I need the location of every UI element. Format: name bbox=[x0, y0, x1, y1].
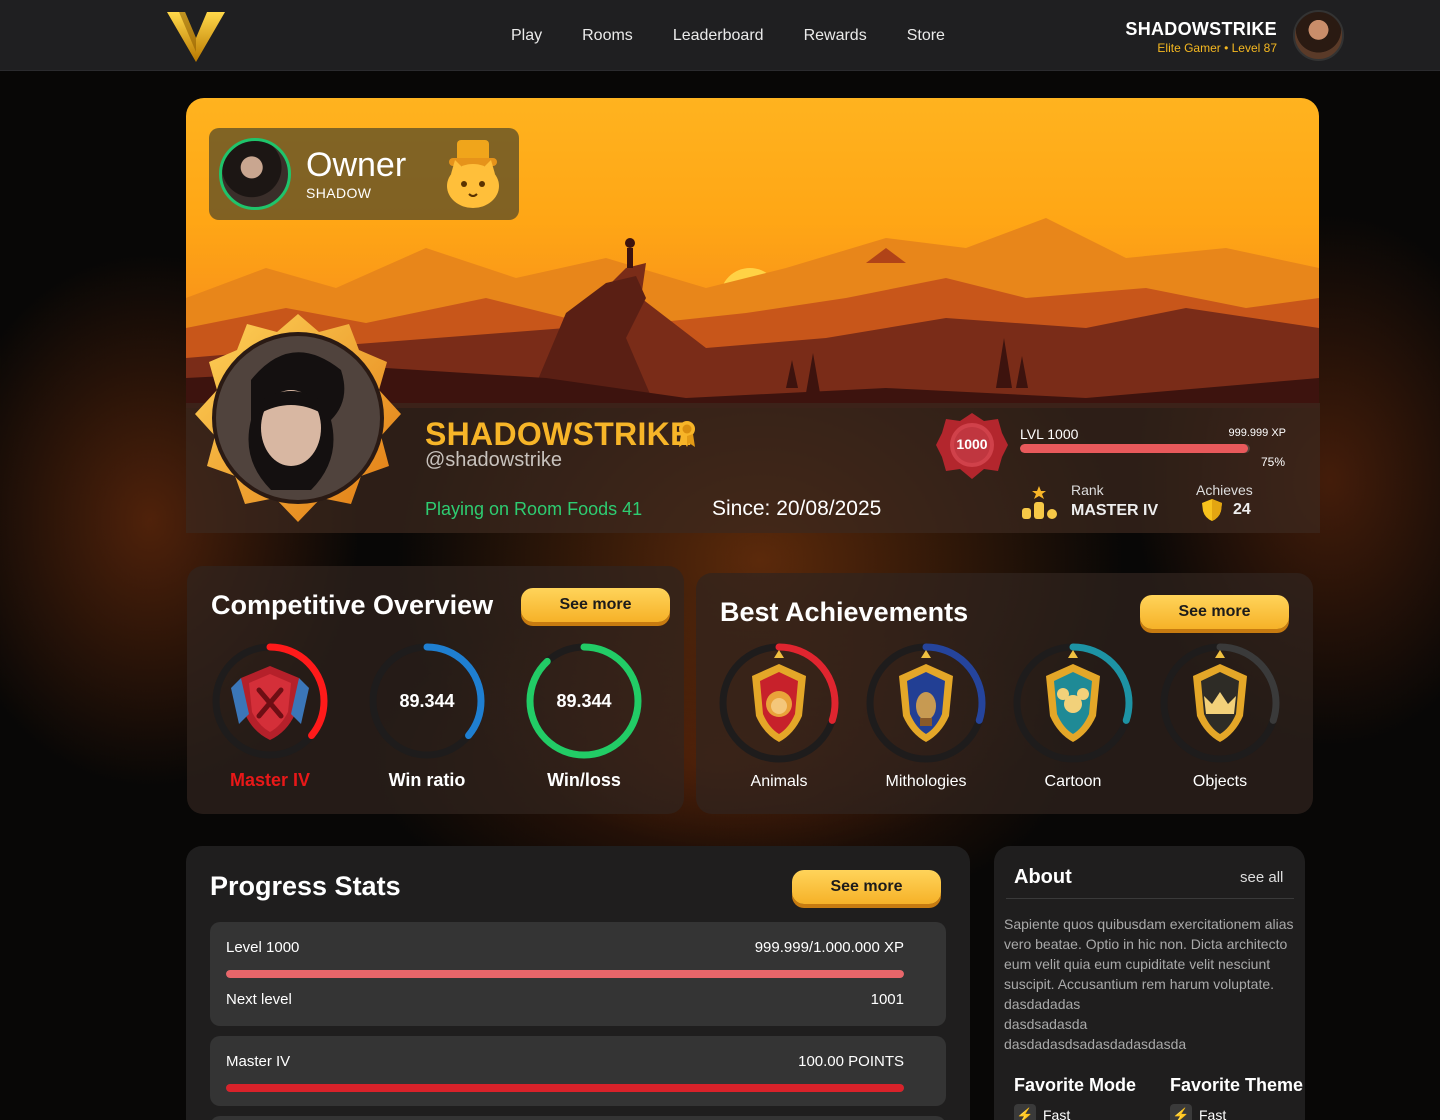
level-progress-row: Level 1000 999.999/1.000.000 XP Next lev… bbox=[210, 922, 946, 1026]
rank-label: Rank bbox=[1071, 482, 1104, 498]
win-ratio-ring[interactable]: 89.344 bbox=[366, 640, 488, 762]
profile-avatar[interactable] bbox=[191, 310, 405, 528]
xp-percent: 75% bbox=[1260, 455, 1285, 469]
nav-play[interactable]: Play bbox=[511, 27, 542, 45]
achievement-objects-label: Objects bbox=[1192, 773, 1248, 790]
owner-name: SHADOW bbox=[306, 185, 372, 201]
cat-mascot-icon bbox=[447, 140, 499, 208]
medal-icon bbox=[679, 421, 695, 447]
achievement-cartoon[interactable] bbox=[1012, 642, 1134, 764]
favorite-theme-label: Favorite Theme bbox=[1170, 1075, 1304, 1095]
win-loss-ring[interactable]: 89.344 bbox=[523, 640, 645, 762]
achieves-value: 24 bbox=[1233, 501, 1251, 518]
achievement-animals[interactable] bbox=[718, 642, 840, 764]
lightning-icon: ⚡ bbox=[1014, 1104, 1036, 1120]
next-level-value: 1001 bbox=[870, 991, 904, 1008]
favorite-theme-value: Fast bbox=[1199, 1107, 1227, 1120]
level-label: LVL 1000 bbox=[1020, 426, 1079, 442]
achievement-mithologies-label: Mithologies bbox=[885, 773, 967, 790]
favorite-mode-label: Favorite Mode bbox=[1014, 1075, 1137, 1095]
xp-progress-bar bbox=[1020, 444, 1250, 453]
next-level-label: Next level bbox=[226, 991, 292, 1008]
achievement-objects[interactable] bbox=[1159, 642, 1281, 764]
win-ratio-label: Win ratio bbox=[388, 770, 466, 790]
member-since: Since: 20/08/2025 bbox=[712, 497, 882, 520]
user-avatar[interactable] bbox=[1293, 10, 1344, 61]
profile-name: SHADOWSTRIKE bbox=[425, 416, 692, 452]
favorite-mode-value: Fast bbox=[1043, 1107, 1071, 1120]
playing-status[interactable]: Playing on Room Foods 41 bbox=[425, 499, 642, 520]
competitive-see-more-button[interactable]: See more bbox=[521, 588, 670, 622]
lightning-icon: ⚡ bbox=[1170, 1104, 1192, 1120]
level-row-label: Level 1000 bbox=[226, 939, 300, 956]
win-ratio-value: 89.344 bbox=[399, 690, 455, 711]
crown-crest-icon bbox=[1160, 643, 1280, 763]
win-loss-label: Win/loss bbox=[547, 770, 621, 790]
top-navbar: Play Rooms Leaderboard Rewards Store SHA… bbox=[0, 0, 1440, 71]
owner-title: Owner bbox=[306, 146, 407, 184]
about-text: Sapiente quos quibusdam exercitationem a… bbox=[1004, 916, 1294, 1052]
level-badge-value: 1000 bbox=[956, 436, 988, 452]
owner-avatar bbox=[219, 138, 291, 210]
achievement-mithologies[interactable] bbox=[865, 642, 987, 764]
owner-card[interactable]: Owner SHADOW bbox=[209, 128, 519, 220]
xp-progress-fill bbox=[1020, 444, 1248, 453]
cartoon-crest-icon bbox=[1013, 643, 1133, 763]
about-title: About bbox=[1014, 866, 1072, 888]
podium-icon bbox=[1022, 486, 1057, 519]
rank-ring-chart bbox=[212, 643, 328, 759]
lion-crest-icon bbox=[719, 643, 839, 763]
user-subtitle: Elite Gamer • Level 87 bbox=[1157, 41, 1277, 55]
shield-icon bbox=[1202, 499, 1222, 521]
user-info[interactable]: SHADOWSTRIKE Elite Gamer • Level 87 bbox=[1125, 19, 1277, 55]
achieves-label: Achieves bbox=[1196, 482, 1253, 498]
logo-icon[interactable] bbox=[165, 8, 227, 64]
main-nav: Play Rooms Leaderboard Rewards Store bbox=[511, 0, 945, 71]
profile-handle: @shadowstrike bbox=[425, 449, 563, 471]
nav-rooms[interactable]: Rooms bbox=[582, 27, 633, 45]
nav-store[interactable]: Store bbox=[907, 27, 945, 45]
rank-progress-row: Master IV 100.00 POINTS bbox=[210, 1036, 946, 1106]
best-achievements-title: Best Achievements bbox=[720, 597, 969, 627]
rank-row-value: 100.00 POINTS bbox=[798, 1053, 904, 1070]
level-row-bar-fill bbox=[226, 970, 904, 978]
nav-rewards[interactable]: Rewards bbox=[804, 27, 867, 45]
competitive-overview-title: Competitive Overview bbox=[211, 590, 494, 620]
progress-see-more-button[interactable]: See more bbox=[792, 870, 941, 904]
user-name: SHADOWSTRIKE bbox=[1125, 19, 1277, 39]
about-divider bbox=[1006, 898, 1294, 899]
rank-value: MASTER IV bbox=[1071, 502, 1159, 519]
progress-stats-title: Progress Stats bbox=[210, 871, 401, 901]
rank-row-bar bbox=[226, 1084, 904, 1092]
rank-row-label: Master IV bbox=[226, 1053, 291, 1070]
level-row-bar bbox=[226, 970, 904, 978]
rank-ring[interactable] bbox=[209, 640, 331, 762]
nav-leaderboard[interactable]: Leaderboard bbox=[673, 27, 764, 45]
about-see-all-link[interactable]: see all bbox=[1240, 869, 1283, 886]
win-loss-value: 89.344 bbox=[556, 690, 612, 711]
achievement-animals-label: Animals bbox=[750, 773, 808, 790]
level-row-value: 999.999/1.000.000 XP bbox=[754, 939, 904, 956]
mythology-crest-icon bbox=[866, 643, 986, 763]
xp-value: 999.999 XP bbox=[1228, 427, 1287, 439]
rank-ring-label: Master IV bbox=[229, 770, 311, 790]
achievements-see-more-button[interactable]: See more bbox=[1140, 595, 1289, 629]
next-stat-row bbox=[210, 1116, 946, 1120]
rank-row-bar-fill bbox=[226, 1084, 904, 1092]
achievement-cartoon-label: Cartoon bbox=[1044, 773, 1102, 790]
